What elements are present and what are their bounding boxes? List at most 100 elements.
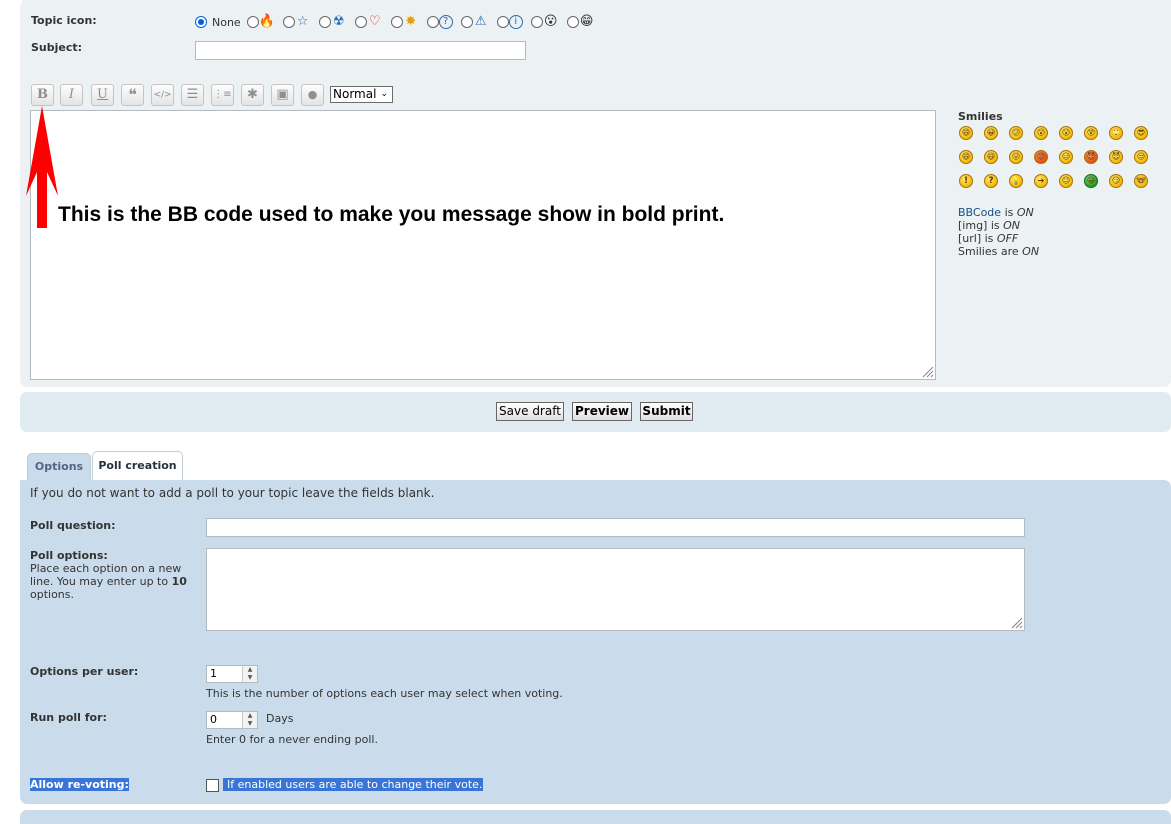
- topic-icon-radio-8[interactable]: [496, 16, 509, 28]
- poll-options-textarea[interactable]: [206, 548, 1025, 631]
- topic-icon-radio-9[interactable]: [530, 16, 543, 28]
- run-poll-for-stepper[interactable]: 0 ▲ ▼: [206, 711, 258, 729]
- smiley-4[interactable]: 😲: [1034, 126, 1048, 140]
- code-button[interactable]: </>: [151, 84, 174, 106]
- options-per-user-help: This is the number of options each user …: [206, 687, 563, 700]
- resize-handle-icon[interactable]: [920, 364, 934, 378]
- url-state: OFF: [996, 232, 1019, 245]
- smiley-17[interactable]: !: [959, 174, 973, 188]
- underline-button[interactable]: U: [91, 84, 114, 106]
- green-grin-face-icon: 😁: [579, 14, 594, 29]
- options-per-user-stepper[interactable]: 1 ▲ ▼: [206, 665, 258, 683]
- smiley-8[interactable]: 😎: [1134, 126, 1148, 140]
- topic-icon-radio-6[interactable]: [426, 16, 439, 28]
- poll-question-label: Poll question:: [30, 519, 116, 532]
- topic-icon-radio-4[interactable]: [354, 16, 367, 28]
- topic-icon-options: None 🔥 ☆ ☢ ♡ ✸ ? ⚠ i 😮 😁: [195, 14, 595, 30]
- smiley-10[interactable]: 😆: [984, 150, 998, 164]
- run-poll-for-value: 0: [210, 713, 217, 726]
- topic-icon-radio-2[interactable]: [282, 16, 295, 28]
- smiley-18[interactable]: ?: [984, 174, 998, 188]
- poll-question-input[interactable]: [206, 518, 1025, 537]
- ordered-list-icon: ⋮≡: [213, 89, 232, 100]
- options-per-user-label: Options per user:: [30, 665, 139, 678]
- allow-revoting-checkbox[interactable]: [206, 779, 219, 792]
- bold-button[interactable]: B: [31, 84, 54, 106]
- color-button[interactable]: ●: [301, 84, 324, 106]
- smiley-1[interactable]: 😄: [959, 126, 973, 140]
- topic-icon-radio-7[interactable]: [460, 16, 473, 28]
- image-button[interactable]: ▣: [271, 84, 294, 106]
- smiley-19[interactable]: 💡: [1009, 174, 1023, 188]
- smiley-12[interactable]: 😡: [1034, 150, 1048, 164]
- list-button[interactable]: ☰: [181, 84, 204, 106]
- topic-icon-none-radio[interactable]: [195, 16, 207, 28]
- smilies-title: Smilies: [958, 110, 1003, 123]
- submit-button[interactable]: Submit: [640, 402, 693, 421]
- topic-icon-radio-3[interactable]: [318, 16, 331, 28]
- tab-options[interactable]: Options: [27, 453, 91, 480]
- list-icon: ☰: [186, 87, 199, 102]
- subject-input[interactable]: [195, 41, 526, 60]
- smiley-11[interactable]: 😛: [1009, 150, 1023, 164]
- bbcode-state: ON: [1016, 206, 1034, 219]
- italic-button[interactable]: I: [60, 84, 83, 106]
- question-icon: ?: [438, 15, 453, 29]
- star-icon: ☆: [296, 14, 309, 29]
- list-item-button[interactable]: ✱: [241, 84, 264, 106]
- preview-button[interactable]: Preview: [572, 402, 632, 421]
- smiley-6[interactable]: 😵: [1084, 126, 1098, 140]
- smiley-20[interactable]: ➔: [1034, 174, 1048, 188]
- stepper-arrows-icon[interactable]: ▲ ▼: [242, 666, 257, 682]
- bottom-panel: [20, 810, 1171, 824]
- message-textarea[interactable]: [30, 110, 936, 380]
- poll-options-max: 10: [171, 575, 187, 588]
- img-status-label: [img] is: [958, 219, 1000, 232]
- smiley-14[interactable]: 😈: [1084, 150, 1098, 164]
- quote-button[interactable]: ❝: [121, 84, 144, 106]
- bbcode-is-text: is: [1004, 206, 1014, 219]
- allow-revoting-help: If enabled users are able to change thei…: [223, 778, 484, 791]
- run-poll-for-help: Enter 0 for a never ending poll.: [206, 733, 378, 746]
- topic-icon-label: Topic icon:: [31, 14, 97, 27]
- smiley-5[interactable]: 😮: [1059, 126, 1073, 140]
- smiley-21[interactable]: 😐: [1059, 174, 1073, 188]
- font-size-select[interactable]: Normal ⌄: [330, 86, 393, 103]
- run-poll-for-label: Run poll for:: [30, 711, 107, 724]
- poll-intro-text: If you do not want to add a poll to your…: [30, 486, 435, 500]
- save-draft-button[interactable]: Save draft: [496, 402, 564, 421]
- smiley-16[interactable]: 😒: [1134, 150, 1148, 164]
- surprised-face-icon: 😮: [543, 14, 558, 29]
- font-size-select-value: Normal: [333, 87, 377, 101]
- smiley-22[interactable]: 😁: [1084, 174, 1098, 188]
- topic-icon-radio-5[interactable]: [390, 16, 403, 28]
- bbcode-status: BBCode is ON [img] is ON [url] is OFF Sm…: [958, 206, 1039, 258]
- ordered-list-button[interactable]: ⋮≡: [211, 84, 234, 106]
- smiley-2[interactable]: 😀: [984, 126, 998, 140]
- smilies-status-label: Smilies are: [958, 245, 1019, 258]
- star-burst-icon: ✸: [405, 14, 417, 29]
- resize-handle-icon[interactable]: [1009, 615, 1023, 629]
- run-poll-for-unit: Days: [266, 712, 294, 725]
- tab-poll-creation[interactable]: Poll creation: [92, 451, 183, 481]
- smiley-3[interactable]: 😕: [1009, 126, 1023, 140]
- stepper-arrows-icon[interactable]: ▲ ▼: [242, 712, 257, 728]
- image-icon: ▣: [276, 87, 289, 102]
- bbcode-link[interactable]: BBCode: [958, 206, 1001, 219]
- smiley-15[interactable]: 😈: [1109, 150, 1123, 164]
- chevron-down-icon: ⌄: [380, 89, 388, 99]
- smiley-7[interactable]: 🙄: [1109, 126, 1123, 140]
- smiley-24[interactable]: 🤓: [1134, 174, 1148, 188]
- smilies-grid: 😄 😀 😕 😲 😮 😵 🙄 😎 😄 😆 😛 😡 😑 😈 😈 😒 ! ? 💡 ➔ …: [959, 126, 1159, 198]
- url-status-label: [url] is: [958, 232, 994, 245]
- smiley-23[interactable]: 😏: [1109, 174, 1123, 188]
- smilies-state: ON: [1022, 245, 1040, 258]
- allow-revoting-label: Allow re-voting:: [30, 778, 129, 791]
- asterisk-icon: ✱: [247, 87, 258, 102]
- topic-icon-radio-10[interactable]: [566, 16, 579, 28]
- poll-options-help: Place each option on a new line. You may…: [30, 562, 195, 601]
- smiley-13[interactable]: 😑: [1059, 150, 1073, 164]
- topic-icon-none-label: None: [212, 15, 241, 29]
- topic-icon-radio-1[interactable]: [246, 16, 259, 28]
- smiley-9[interactable]: 😄: [959, 150, 973, 164]
